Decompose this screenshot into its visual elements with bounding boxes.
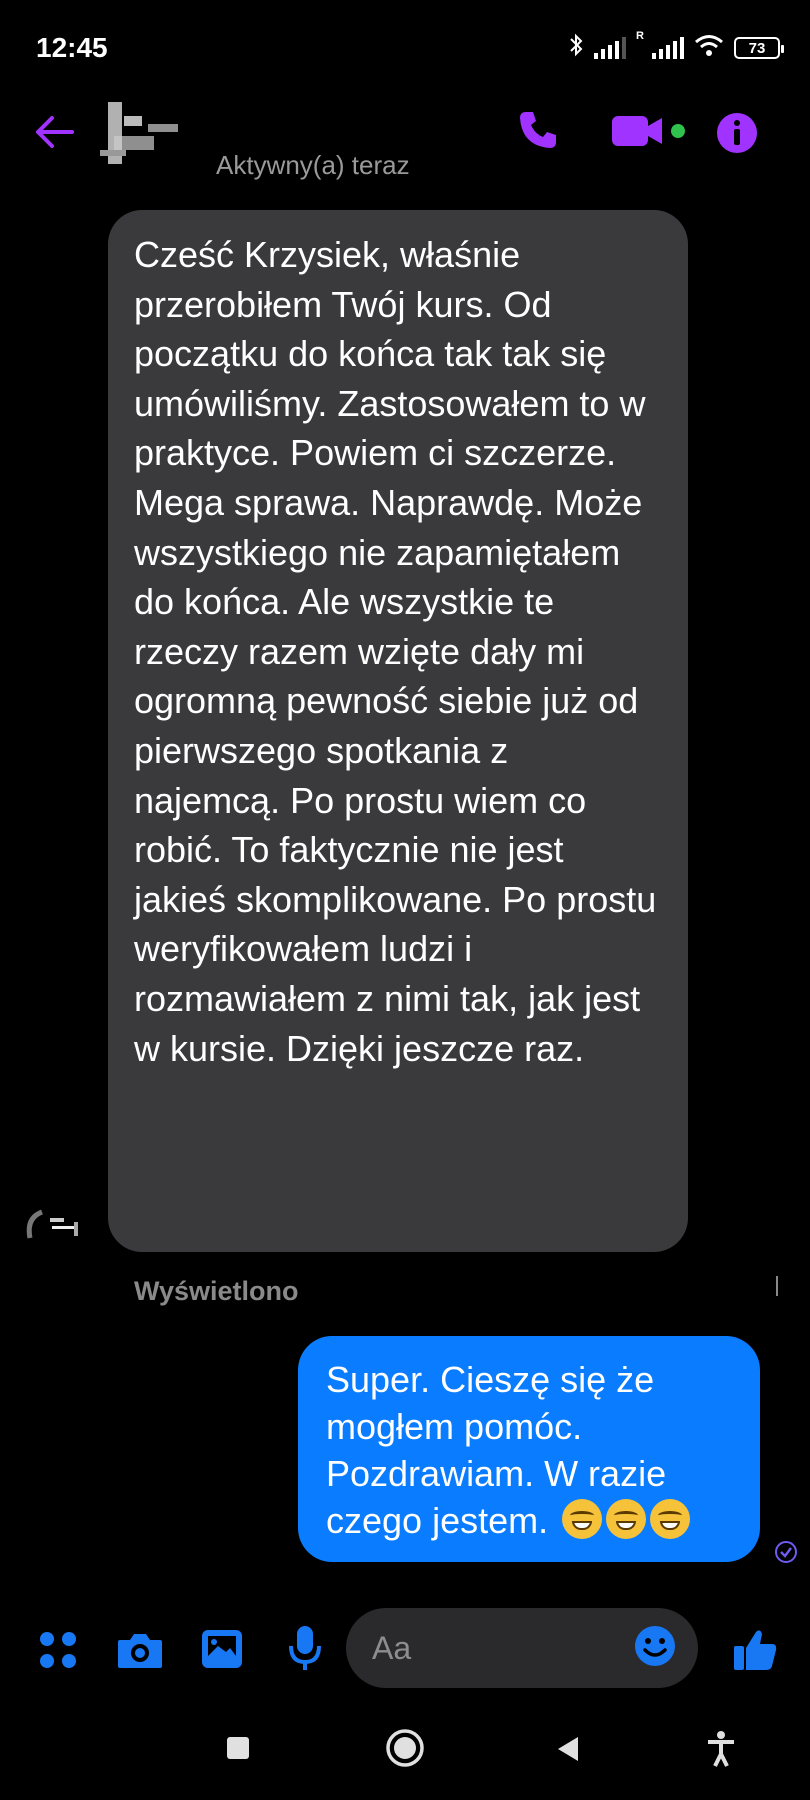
- delivered-check-icon: [774, 1540, 798, 1569]
- emoji-picker-icon[interactable]: [634, 1625, 676, 1672]
- seen-label: Wyświetlono: [134, 1276, 299, 1306]
- more-actions-icon[interactable]: [38, 1630, 78, 1675]
- camera-icon[interactable]: [116, 1630, 164, 1675]
- accessibility-icon[interactable]: [706, 1730, 736, 1773]
- message-input-container[interactable]: [346, 1608, 698, 1688]
- active-status: Aktywny(a) teraz: [216, 150, 410, 180]
- roaming-label-icon: R: [636, 30, 644, 42]
- gallery-icon[interactable]: [200, 1628, 244, 1675]
- recents-nav-icon[interactable]: [226, 1736, 250, 1765]
- back-nav-icon[interactable]: [556, 1736, 580, 1767]
- wifi-icon: [694, 34, 724, 63]
- avatar[interactable]: [100, 96, 190, 176]
- signal-icon: [594, 37, 627, 59]
- microphone-icon[interactable]: [288, 1624, 322, 1677]
- scroll-indicator: [774, 1276, 782, 1296]
- grin-emoji-icon: [606, 1499, 647, 1539]
- signal-r-icon: [652, 37, 684, 59]
- like-thumb-icon[interactable]: [732, 1626, 778, 1677]
- video-call-icon[interactable]: [612, 114, 694, 153]
- info-icon[interactable]: [716, 112, 758, 159]
- sender-avatar: [24, 1208, 86, 1254]
- bluetooth-icon: [568, 33, 584, 64]
- outgoing-message[interactable]: Super. Cieszę się że mogłem pomóc. Pozdr…: [298, 1336, 760, 1562]
- home-nav-icon[interactable]: [385, 1728, 425, 1773]
- battery-level: 73: [748, 39, 766, 57]
- status-icons: R 73: [568, 30, 784, 66]
- back-arrow-icon[interactable]: [34, 116, 74, 153]
- wink-emoji-icon: [562, 1499, 603, 1539]
- incoming-message[interactable]: Cześć Krzysiek, właśnie przerobiłem Twój…: [108, 210, 688, 1252]
- voice-call-icon[interactable]: [516, 108, 560, 157]
- status-time: 12:45: [36, 32, 108, 63]
- message-input[interactable]: [370, 1628, 634, 1668]
- battery-icon: 73: [734, 37, 784, 59]
- hug-emoji-icon: [650, 1499, 691, 1539]
